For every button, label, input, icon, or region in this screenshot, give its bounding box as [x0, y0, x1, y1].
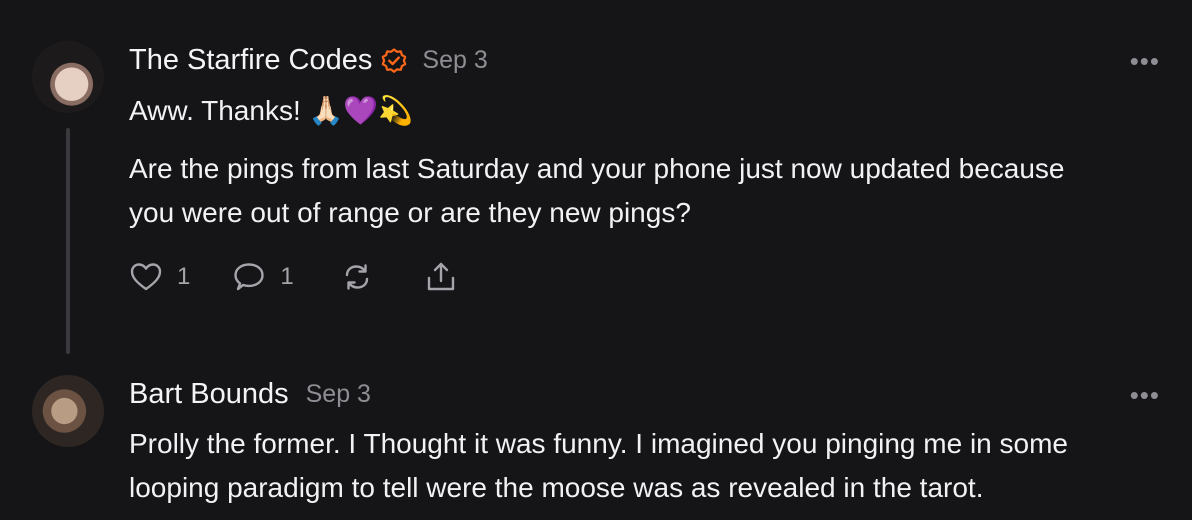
thread-line	[66, 128, 70, 354]
comment-text: Are the pings from last Saturday and you…	[129, 147, 1064, 235]
author-name[interactable]: Bart Bounds	[129, 378, 289, 411]
comment-text-line: you were out of range or are they new pi…	[129, 197, 691, 228]
author-name[interactable]: The Starfire Codes	[129, 44, 372, 77]
comment-text-line: looping paradigm to tell were the moose …	[129, 472, 984, 503]
more-options-button[interactable]: •••	[1130, 46, 1160, 77]
comment-actions: 1 1	[129, 260, 458, 294]
like-button[interactable]: 1	[129, 260, 190, 294]
restack-button[interactable]	[340, 260, 374, 294]
comment-text-line: Prolly the former. I Thought it was funn…	[129, 428, 1068, 459]
reply-button[interactable]: 1	[232, 260, 294, 294]
avatar[interactable]	[32, 41, 104, 113]
share-icon	[427, 262, 454, 291]
comment-date[interactable]: Sep 3	[422, 46, 487, 75]
heart-icon	[130, 263, 162, 291]
comment-text: Prolly the former. I Thought it was funn…	[129, 422, 1068, 510]
verified-badge-icon	[381, 47, 407, 74]
more-options-button[interactable]: •••	[1130, 380, 1160, 411]
reply-count: 1	[280, 263, 294, 290]
avatar[interactable]	[32, 375, 104, 447]
comment-header: The Starfire Codes Sep 3	[129, 44, 488, 77]
comment-text: Aww. Thanks! 🙏🏻💜💫	[129, 95, 414, 126]
comment-header: Bart Bounds Sep 3	[129, 378, 371, 411]
comment-text-line: Are the pings from last Saturday and you…	[129, 153, 1065, 184]
share-button[interactable]	[424, 260, 458, 294]
comment-date[interactable]: Sep 3	[306, 380, 371, 409]
like-count: 1	[177, 263, 191, 290]
comment-bubble-icon	[234, 263, 265, 291]
restack-icon	[345, 264, 368, 290]
